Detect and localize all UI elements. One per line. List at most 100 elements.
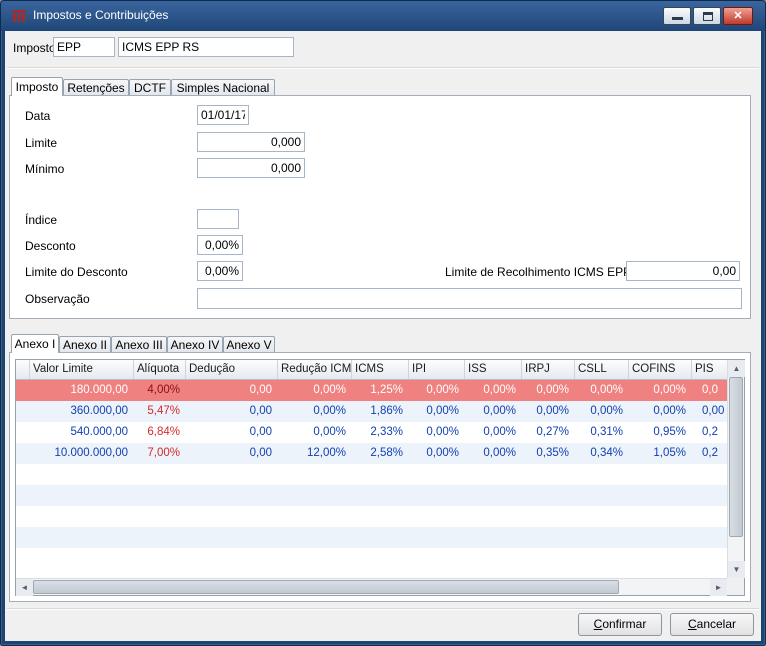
window: Impostos e Contribuições ✕ Imposto Impos… bbox=[0, 0, 766, 646]
cell-csll: 0,00% bbox=[590, 405, 623, 417]
column-header-ipi[interactable]: IPI bbox=[409, 360, 465, 379]
confirm-button[interactable]: Confirmar bbox=[578, 613, 662, 636]
maximize-icon bbox=[703, 12, 713, 21]
grid-body: 180.000,00 4,00% 0,00 0,00% 1,25% 0,00% … bbox=[16, 380, 727, 578]
separator bbox=[7, 608, 759, 610]
grid-row-selected[interactable]: 180.000,00 4,00% 0,00 0,00% 1,25% 0,00% … bbox=[16, 380, 727, 401]
column-header-cofins[interactable]: COFINS bbox=[629, 360, 692, 379]
cancel-button-label: Cancelar bbox=[687, 617, 737, 631]
cell-valor-limite: 180.000,00 bbox=[70, 384, 128, 396]
app-icon bbox=[12, 10, 26, 22]
cell-icms: 2,58% bbox=[370, 447, 403, 459]
window-title: Impostos e Contribuições bbox=[33, 8, 169, 22]
cell-deducao: 0,00 bbox=[249, 384, 272, 396]
separator bbox=[7, 67, 759, 69]
grid-row[interactable]: 540.000,00 6,84% 0,00 0,00% 2,33% 0,00% … bbox=[16, 422, 727, 443]
scroll-right-icon[interactable]: ► bbox=[710, 579, 727, 596]
cell-valor-limite: 540.000,00 bbox=[70, 426, 128, 438]
limite-desconto-label: Limite do Desconto bbox=[25, 265, 128, 279]
cell-reducao-icms: 0,00% bbox=[313, 426, 346, 438]
vertical-scrollbar[interactable]: ▲ ▼ bbox=[727, 360, 745, 578]
confirm-button-label: Confirmar bbox=[593, 617, 647, 631]
column-header-valor-limite[interactable]: Valor Limite bbox=[30, 360, 134, 379]
grid-row-empty bbox=[16, 464, 727, 485]
limite-recolhimento-label: Limite de Recolhimento ICMS EPP bbox=[445, 265, 632, 279]
cell-ipi: 0,00% bbox=[426, 426, 459, 438]
scroll-down-icon[interactable]: ▼ bbox=[728, 561, 745, 578]
horizontal-scroll-thumb[interactable] bbox=[33, 580, 619, 594]
titlebar[interactable]: Impostos e Contribuições ✕ bbox=[1, 1, 765, 31]
cell-irpj: 0,27% bbox=[536, 426, 569, 438]
tab-anexo-i[interactable]: Anexo I bbox=[11, 334, 59, 353]
grid-row[interactable]: 10.000.000,00 7,00% 0,00 12,00% 2,58% 0,… bbox=[16, 443, 727, 464]
cell-iss: 0,00% bbox=[483, 384, 516, 396]
cell-iss: 0,00% bbox=[483, 447, 516, 459]
cell-iss: 0,00% bbox=[483, 405, 516, 417]
horizontal-scrollbar[interactable]: ◄ ► bbox=[16, 578, 727, 596]
cell-reducao-icms: 0,00% bbox=[313, 405, 346, 417]
tab-dctf[interactable]: DCTF bbox=[129, 79, 171, 96]
cell-deducao: 0,00 bbox=[249, 405, 272, 417]
anexo-grid: Valor Limite Alíquota Dedução Redução IC… bbox=[15, 359, 745, 596]
cell-pis: 0,0 bbox=[702, 384, 718, 396]
column-header-pis[interactable]: PIS bbox=[692, 360, 727, 379]
close-button[interactable]: ✕ bbox=[723, 7, 753, 25]
cell-valor-limite: 360.000,00 bbox=[70, 405, 128, 417]
cancel-button[interactable]: Cancelar bbox=[670, 613, 754, 636]
maximize-button[interactable] bbox=[693, 7, 721, 25]
grid-row-empty bbox=[16, 527, 727, 548]
limite-desconto-field[interactable] bbox=[197, 261, 243, 281]
cell-valor-limite: 10.000.000,00 bbox=[54, 447, 128, 459]
cell-deducao: 0,00 bbox=[249, 426, 272, 438]
cell-pis: 0,00 bbox=[702, 405, 725, 417]
observacao-field[interactable] bbox=[197, 288, 742, 309]
tab-imposto[interactable]: Imposto bbox=[11, 77, 63, 96]
cell-irpj: 0,00% bbox=[536, 405, 569, 417]
cell-deducao: 0,00 bbox=[249, 447, 272, 459]
imposto-description-field[interactable] bbox=[118, 37, 294, 57]
imposto-code-field[interactable] bbox=[53, 37, 115, 57]
column-header-csll[interactable]: CSLL bbox=[575, 360, 629, 379]
grid-row[interactable]: 360.000,00 5,47% 0,00 0,00% 1,86% 0,00% … bbox=[16, 401, 727, 422]
vertical-scroll-thumb[interactable] bbox=[729, 377, 743, 537]
cell-cofins: 0,95% bbox=[653, 426, 686, 438]
tab-simples-nacional[interactable]: Simples Nacional bbox=[171, 79, 275, 96]
cell-aliquota: 7,00% bbox=[147, 447, 180, 459]
cell-aliquota: 6,84% bbox=[147, 426, 180, 438]
data-label: Data bbox=[25, 109, 51, 123]
cell-cofins: 1,05% bbox=[653, 447, 686, 459]
cell-reducao-icms: 0,00% bbox=[313, 384, 346, 396]
minimo-field[interactable] bbox=[197, 158, 305, 178]
cell-cofins: 0,00% bbox=[653, 384, 686, 396]
column-header-irpj[interactable]: IRPJ bbox=[522, 360, 575, 379]
column-header-reducao-icms[interactable]: Redução ICMS bbox=[278, 360, 352, 379]
imposto-tab-panel bbox=[9, 95, 751, 319]
client-area: Imposto Imposto Retenções DCTF Simples N… bbox=[5, 31, 761, 641]
cell-pis: 0,2 bbox=[702, 426, 718, 438]
tab-anexo-iv[interactable]: Anexo IV bbox=[167, 336, 223, 353]
cell-aliquota: 4,00% bbox=[147, 384, 180, 396]
limite-label: Limite bbox=[25, 136, 58, 150]
scrollbar-corner bbox=[727, 578, 744, 595]
column-header-iss[interactable]: ISS bbox=[465, 360, 522, 379]
tab-anexo-ii[interactable]: Anexo II bbox=[59, 336, 111, 353]
data-field[interactable] bbox=[197, 105, 249, 125]
tab-anexo-v[interactable]: Anexo V bbox=[223, 336, 275, 353]
column-header-deducao[interactable]: Dedução bbox=[186, 360, 278, 379]
limite-field[interactable] bbox=[197, 132, 305, 152]
cell-cofins: 0,00% bbox=[653, 405, 686, 417]
scroll-up-icon[interactable]: ▲ bbox=[728, 360, 745, 377]
minimize-button[interactable] bbox=[663, 7, 691, 25]
cell-icms: 2,33% bbox=[370, 426, 403, 438]
tab-retencoes[interactable]: Retenções bbox=[63, 79, 129, 96]
close-icon: ✕ bbox=[733, 10, 743, 22]
scroll-left-icon[interactable]: ◄ bbox=[16, 579, 33, 596]
cell-aliquota: 5,47% bbox=[147, 405, 180, 417]
column-header-aliquota[interactable]: Alíquota bbox=[134, 360, 186, 379]
column-header-icms[interactable]: ICMS bbox=[352, 360, 409, 379]
imposto-label: Imposto bbox=[13, 41, 56, 55]
tab-anexo-iii[interactable]: Anexo III bbox=[111, 336, 167, 353]
indice-field[interactable] bbox=[197, 209, 239, 229]
limite-recolhimento-field[interactable] bbox=[626, 261, 740, 281]
desconto-field[interactable] bbox=[197, 235, 243, 255]
